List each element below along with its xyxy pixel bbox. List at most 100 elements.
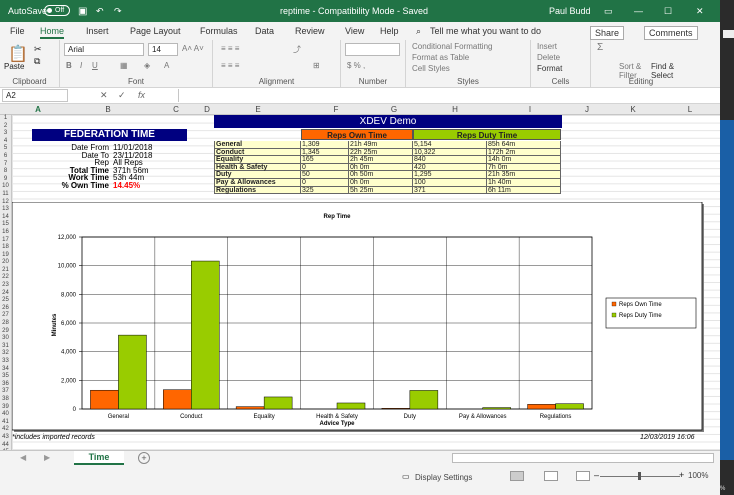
- row-header[interactable]: 24: [0, 290, 11, 298]
- horizontal-scrollbar[interactable]: [452, 453, 714, 463]
- share-button[interactable]: Share: [590, 26, 625, 40]
- paste-button[interactable]: Paste: [4, 62, 24, 71]
- column-header[interactable]: H: [418, 105, 492, 114]
- delete-cells-button[interactable]: Delete: [537, 53, 560, 62]
- orientation-icon[interactable]: ⤴: [293, 44, 301, 55]
- tab-prev-icon[interactable]: ◀: [20, 453, 26, 462]
- bar-duty[interactable]: [263, 396, 293, 410]
- menu-review[interactable]: Review: [295, 26, 325, 36]
- rep-time-chart[interactable]: Rep Time Advice Type Minutes 02,0004,000…: [12, 202, 712, 442]
- align-top-icon[interactable]: ≡ ≡ ≡: [221, 44, 239, 53]
- number-format-box[interactable]: [345, 43, 400, 56]
- enter-icon[interactable]: ✓: [118, 90, 126, 101]
- close-icon[interactable]: ✕: [696, 6, 704, 17]
- row-header[interactable]: 15: [0, 221, 11, 229]
- row-header[interactable]: 14: [0, 214, 11, 222]
- row-header[interactable]: 10: [0, 183, 11, 191]
- align-left-icon[interactable]: ≡ ≡ ≡: [221, 61, 239, 70]
- zoom-knob[interactable]: [638, 472, 641, 480]
- row-header[interactable]: 22: [0, 274, 11, 282]
- row-header[interactable]: 8: [0, 168, 11, 176]
- row-header[interactable]: 29: [0, 328, 11, 336]
- normal-view-icon[interactable]: [510, 471, 524, 481]
- menu-insert[interactable]: Insert: [86, 26, 109, 36]
- row-header[interactable]: 19: [0, 252, 11, 260]
- redo-icon[interactable]: ↷: [114, 6, 122, 17]
- bar-duty[interactable]: [482, 407, 511, 410]
- row-header[interactable]: 27: [0, 312, 11, 320]
- row-header[interactable]: 7: [0, 161, 11, 169]
- row-header[interactable]: 2: [0, 123, 11, 131]
- column-header[interactable]: D: [200, 105, 214, 114]
- row-header[interactable]: 9: [0, 176, 11, 184]
- bar-own[interactable]: [90, 389, 119, 410]
- paste-icon[interactable]: 📋: [8, 44, 28, 64]
- row-header[interactable]: 31: [0, 343, 11, 351]
- copy-icon[interactable]: ⧉: [34, 56, 40, 67]
- row-header[interactable]: 40: [0, 411, 11, 419]
- user-name[interactable]: Paul Budd: [549, 6, 591, 16]
- column-header[interactable]: K: [606, 105, 660, 114]
- underline-icon[interactable]: U: [92, 61, 98, 70]
- row-header[interactable]: 18: [0, 244, 11, 252]
- row-header[interactable]: 5: [0, 145, 11, 153]
- row-header[interactable]: 21: [0, 267, 11, 275]
- italic-icon[interactable]: I: [80, 61, 82, 70]
- cell-styles-button[interactable]: Cell Styles: [412, 64, 450, 73]
- menu-file[interactable]: File: [10, 26, 25, 36]
- save-icon[interactable]: ▣: [78, 6, 87, 17]
- row-header[interactable]: 16: [0, 229, 11, 237]
- grow-font-icon[interactable]: A˄ A˅: [182, 44, 204, 53]
- tell-me-box[interactable]: Tell me what you want to do: [430, 26, 541, 36]
- row-header[interactable]: 6: [0, 153, 11, 161]
- row-header[interactable]: 25: [0, 297, 11, 305]
- ribbon-display-icon[interactable]: ▭: [604, 6, 613, 17]
- bar-own[interactable]: [235, 406, 265, 410]
- row-header[interactable]: 43: [0, 434, 11, 442]
- fx-icon[interactable]: fx: [138, 90, 145, 100]
- format-cells-button[interactable]: Format: [537, 64, 562, 73]
- row-header[interactable]: 1: [0, 115, 11, 123]
- row-header[interactable]: 36: [0, 381, 11, 389]
- font-size-box[interactable]: 14: [148, 43, 178, 56]
- comments-button[interactable]: Comments: [644, 26, 698, 40]
- page-break-view-icon[interactable]: [576, 471, 590, 481]
- row-header[interactable]: 4: [0, 138, 11, 146]
- row-header[interactable]: 23: [0, 282, 11, 290]
- bold-icon[interactable]: B: [66, 61, 72, 70]
- row-header[interactable]: 11: [0, 191, 11, 199]
- display-settings[interactable]: Display Settings: [415, 473, 472, 482]
- row-header[interactable]: 42: [0, 426, 11, 434]
- row-header[interactable]: 30: [0, 335, 11, 343]
- tab-time[interactable]: Time: [74, 451, 124, 465]
- column-header[interactable]: F: [302, 105, 370, 114]
- row-header[interactable]: 34: [0, 366, 11, 374]
- row-header[interactable]: 28: [0, 320, 11, 328]
- bar-duty[interactable]: [336, 402, 366, 410]
- zoom-in-icon[interactable]: +: [679, 470, 684, 480]
- bar-duty[interactable]: [555, 403, 584, 410]
- column-header[interactable]: E: [214, 105, 302, 114]
- zoom-out-icon[interactable]: –: [594, 470, 599, 480]
- minimize-icon[interactable]: —: [634, 6, 643, 16]
- row-header[interactable]: 13: [0, 206, 11, 214]
- merge-icon[interactable]: ⊞: [313, 61, 320, 70]
- name-box[interactable]: A2: [2, 89, 68, 102]
- column-header[interactable]: I: [492, 105, 568, 114]
- formula-input[interactable]: [178, 89, 708, 102]
- bar-own[interactable]: [527, 404, 556, 410]
- column-header[interactable]: C: [152, 105, 200, 114]
- row-header[interactable]: 33: [0, 358, 11, 366]
- bar-own[interactable]: [381, 408, 411, 410]
- maximize-icon[interactable]: ☐: [664, 6, 672, 17]
- row-header[interactable]: 3: [0, 130, 11, 138]
- row-header[interactable]: 20: [0, 259, 11, 267]
- bar-duty[interactable]: [191, 260, 220, 410]
- insert-cells-button[interactable]: Insert: [537, 42, 557, 51]
- menu-view[interactable]: View: [345, 26, 364, 36]
- worksheet[interactable]: XDEV Demo FEDERATION TIME Date From 11/01…: [12, 115, 720, 450]
- row-header[interactable]: 26: [0, 305, 11, 313]
- bar-duty[interactable]: [118, 334, 147, 410]
- conditional-formatting-button[interactable]: Conditional Formatting: [412, 42, 492, 51]
- add-sheet-button[interactable]: +: [138, 452, 150, 464]
